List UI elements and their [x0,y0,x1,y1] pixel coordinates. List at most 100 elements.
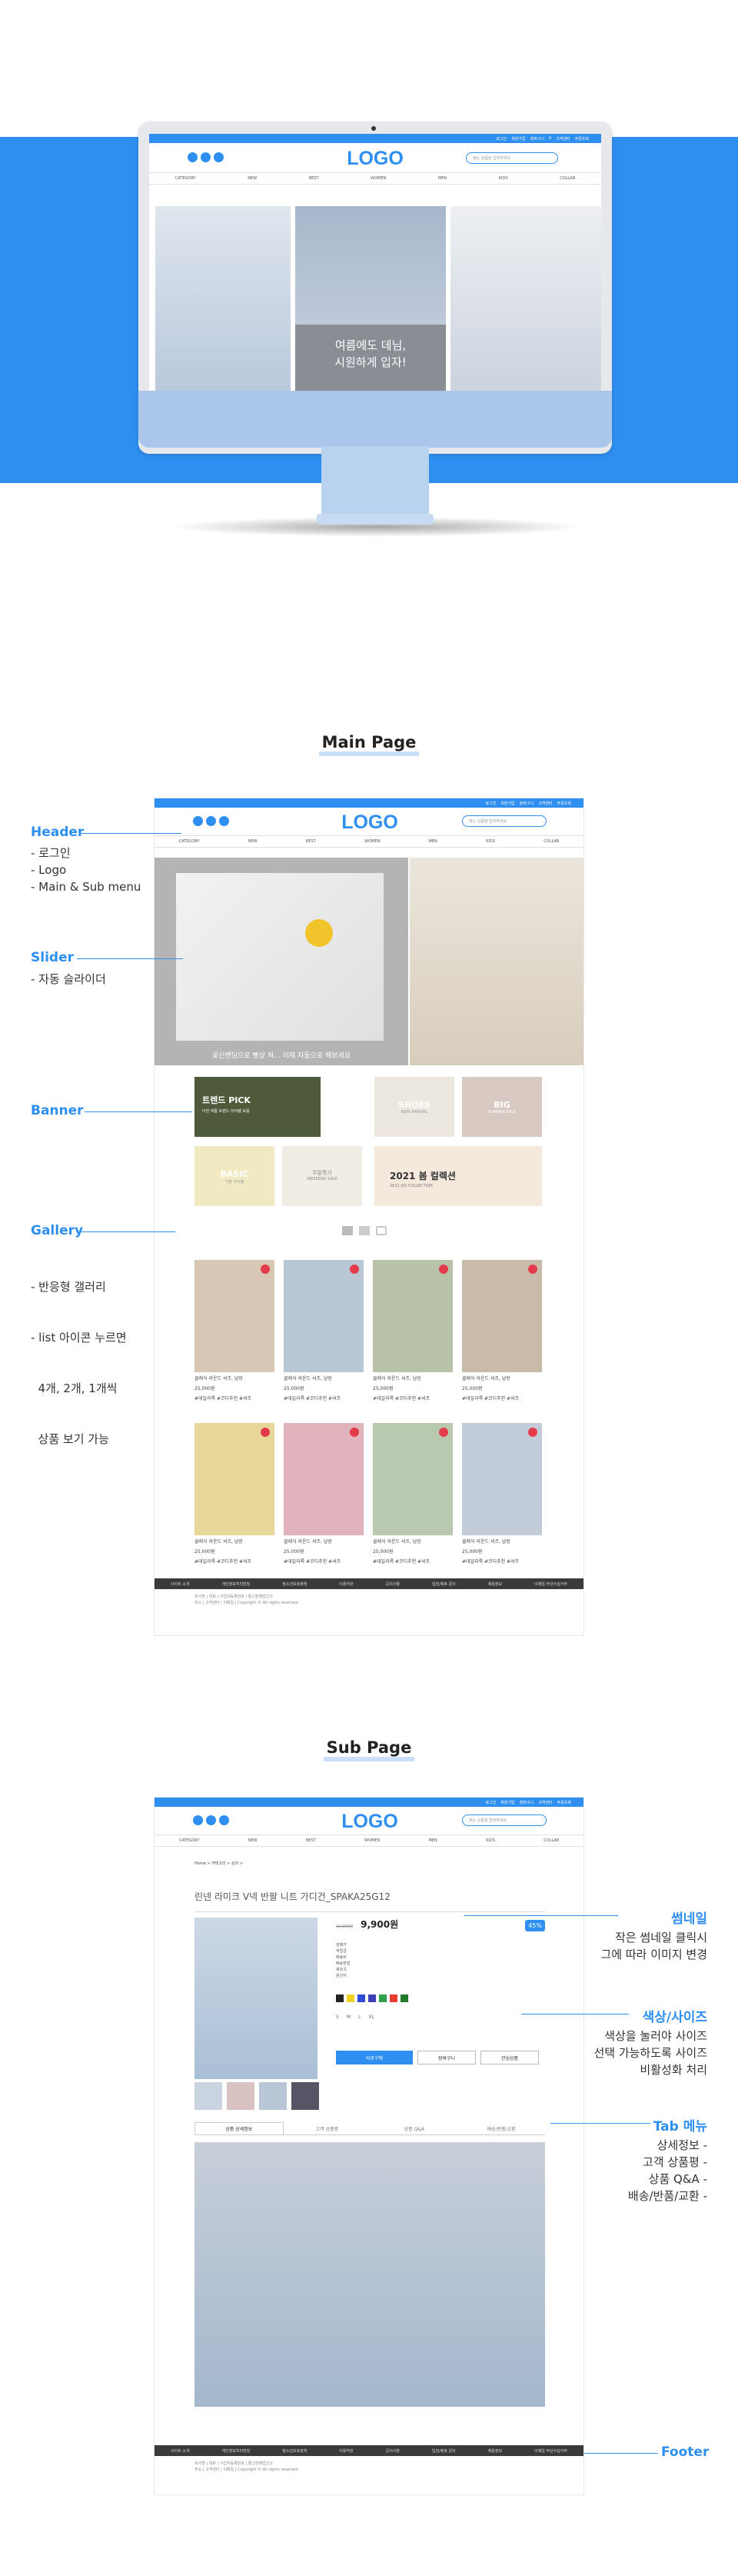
size-m[interactable]: M [347,2014,351,2020]
heart-icon[interactable] [261,1265,270,1274]
product-card[interactable]: 클래식 라운드 셔츠, 남방 25,000원 #데일리룩 #코디추천 #셔츠 [373,1423,453,1565]
sub-footer-link-2[interactable]: 개인정보처리방침 [221,2448,250,2454]
tab-shipping[interactable]: 배송/반품/교환 [458,2122,546,2134]
color-swatch-7[interactable] [401,1994,408,2002]
sub-logo[interactable]: LOGO [331,1811,408,1833]
footer-link-4[interactable]: 이용약관 [339,1581,353,1587]
main-nav-collab[interactable]: COLLAB [544,839,559,844]
nav-category[interactable]: CATEGORY [175,176,196,181]
sub-footer-link-5[interactable]: 공지사항 [386,2448,400,2454]
banner-1[interactable]: 트렌드 PICK 이번 여름 트렌드 아이템 모음 [194,1077,321,1137]
thumbnail-1[interactable] [194,2082,222,2110]
main-sns-icon-1[interactable] [193,816,203,826]
sub-footer-link-7[interactable]: 채용정보 [488,2448,502,2454]
main-search-input[interactable]: 찾는 상품을 입력하세요 [462,815,547,827]
wishlist-button[interactable]: 관심상품 [480,2051,539,2064]
color-swatch-6[interactable] [390,1994,397,2002]
main-top-link-order[interactable]: 주문조회 [557,801,571,806]
main-nav-kids[interactable]: KIDS [486,839,495,844]
top-link-cart[interactable]: 장바구니 [530,136,544,142]
heart-icon[interactable] [439,1265,448,1274]
footer-link-6[interactable]: 입점/제휴 문의 [432,1581,456,1587]
main-logo[interactable]: LOGO [331,811,408,834]
tab-review[interactable]: 고객 상품평 [284,2122,371,2134]
footer-link-3[interactable]: 청소년보호정책 [282,1581,307,1587]
main-nav-men[interactable]: MEN [429,839,437,844]
sub-sns-icon-3[interactable] [219,1815,229,1825]
banner-2[interactable]: SHOES NEW ARRIVAL [374,1077,454,1137]
sub-sns-icon-1[interactable] [193,1815,203,1825]
sub-footer-link-3[interactable]: 청소년보호정책 [282,2448,307,2454]
sub-nav-best[interactable]: BEST [306,1838,316,1843]
nav-collab[interactable]: COLLAB [560,176,575,181]
top-link-join[interactable]: 회원가입 [511,136,525,142]
product-card[interactable]: 클래식 라운드 셔츠, 남방 25,000원 #데일리룩 #코디추천 #셔츠 [373,1260,453,1402]
add-cart-button[interactable]: 장바구니 [417,2051,476,2064]
banner-5[interactable]: 주말특가 WEEKEND SALE [282,1146,362,1206]
sub-nav-new[interactable]: NEW [248,1838,258,1843]
size-l[interactable]: L [358,2014,361,2020]
sub-footer-link-1[interactable]: 사이트 소개 [171,2448,190,2454]
sub-top-link-order[interactable]: 주문조회 [557,1800,571,1805]
banner-4[interactable]: BASIC 기본 아이템 [194,1146,274,1206]
thumbnail-4[interactable] [291,2082,319,2110]
sub-search-input[interactable]: 찾는 상품을 입력하세요 [462,1815,547,1826]
list-icon[interactable] [376,1226,387,1235]
main-top-link-login[interactable]: 로그인 [486,801,497,806]
hero-logo[interactable]: LOGO [337,148,414,170]
color-swatch-5[interactable] [379,1994,387,2002]
heart-icon[interactable] [261,1428,270,1437]
main-nav-women[interactable]: WOMEN [364,839,380,844]
heart-icon[interactable] [528,1265,537,1274]
banner-3[interactable]: BIG SUMMER SALE [462,1077,542,1137]
product-card[interactable]: 클래식 라운드 셔츠, 남방 25,000원 #데일리룩 #코디추천 #셔츠 [194,1260,274,1402]
color-swatch-3[interactable] [357,1994,365,2002]
top-link-order[interactable]: 주문조회 [575,136,589,142]
thumbnail-3[interactable] [259,2082,287,2110]
nav-kids[interactable]: KIDS [499,176,508,181]
main-slider[interactable]: 꽃신벤딩으로 빵상 쳐... 이제 자동으로 해보세요 [155,858,583,1065]
main-nav-best[interactable]: BEST [306,839,316,844]
main-top-link-join[interactable]: 회원가입 [500,801,514,806]
nav-best[interactable]: BEST [309,176,319,181]
sns-icon-2[interactable] [201,152,211,162]
product-card[interactable]: 클래식 라운드 셔츠, 남방 25,000원 #데일리룩 #코디추천 #셔츠 [462,1423,542,1565]
sub-footer-link-8[interactable]: 이메일 무단수집거부 [534,2448,567,2454]
main-sns-icon-2[interactable] [206,816,216,826]
tab-qna[interactable]: 상품 Q&A [371,2122,458,2134]
product-card[interactable]: 클래식 라운드 셔츠, 남방 25,000원 #데일리룩 #코디추천 #셔츠 [284,1260,364,1402]
footer-link-8[interactable]: 이메일 무단수집거부 [534,1581,567,1587]
sub-top-link-cs[interactable]: 고객센터 [538,1800,552,1805]
sub-top-link-login[interactable]: 로그인 [486,1800,497,1805]
sub-nav-women[interactable]: WOMEN [364,1838,380,1843]
footer-link-1[interactable]: 사이트 소개 [171,1581,190,1587]
color-swatch-1[interactable] [336,1994,344,2002]
sub-sns-icon-2[interactable] [206,1815,216,1825]
nav-men[interactable]: MEN [438,176,447,181]
nav-women[interactable]: WOMEN [371,176,386,181]
heart-icon[interactable] [528,1428,537,1437]
product-card[interactable]: 클래식 라운드 셔츠, 남방 25,000원 #데일리룩 #코디추천 #셔츠 [194,1423,274,1565]
sub-footer-link-6[interactable]: 입점/제휴 문의 [432,2448,456,2454]
size-s[interactable]: S [336,2014,339,2020]
heart-icon[interactable] [350,1428,359,1437]
sub-top-link-join[interactable]: 회원가입 [500,1800,514,1805]
buy-now-button[interactable]: 바로구매 [336,2051,413,2064]
footer-link-5[interactable]: 공지사항 [386,1581,400,1587]
hero-search-input[interactable]: 찾는 상품을 입력하세요 [466,152,558,164]
sub-nav-collab[interactable]: COLLAB [544,1838,559,1843]
main-top-link-cs[interactable]: 고객센터 [538,801,552,806]
sns-icon-1[interactable] [188,152,198,162]
product-card[interactable]: 클래식 라운드 셔츠, 남방 25,000원 #데일리룩 #코디추천 #셔츠 [462,1260,542,1402]
sub-top-link-cart[interactable]: 장바구니 [520,1800,534,1805]
heart-icon[interactable] [439,1428,448,1437]
thumbnail-2[interactable] [227,2082,254,2110]
grid-2-icon[interactable] [359,1226,370,1235]
top-link-login[interactable]: 로그인 [496,136,507,142]
size-xl[interactable]: XL [368,2014,374,2020]
banner-6[interactable]: 2021 봄 컬렉션 2021 S/S COLLECTION [374,1146,542,1206]
main-nav-new[interactable]: NEW [248,839,258,844]
main-sns-icon-3[interactable] [219,816,229,826]
sub-footer-link-4[interactable]: 이용약관 [339,2448,353,2454]
nav-new[interactable]: NEW [248,176,257,181]
